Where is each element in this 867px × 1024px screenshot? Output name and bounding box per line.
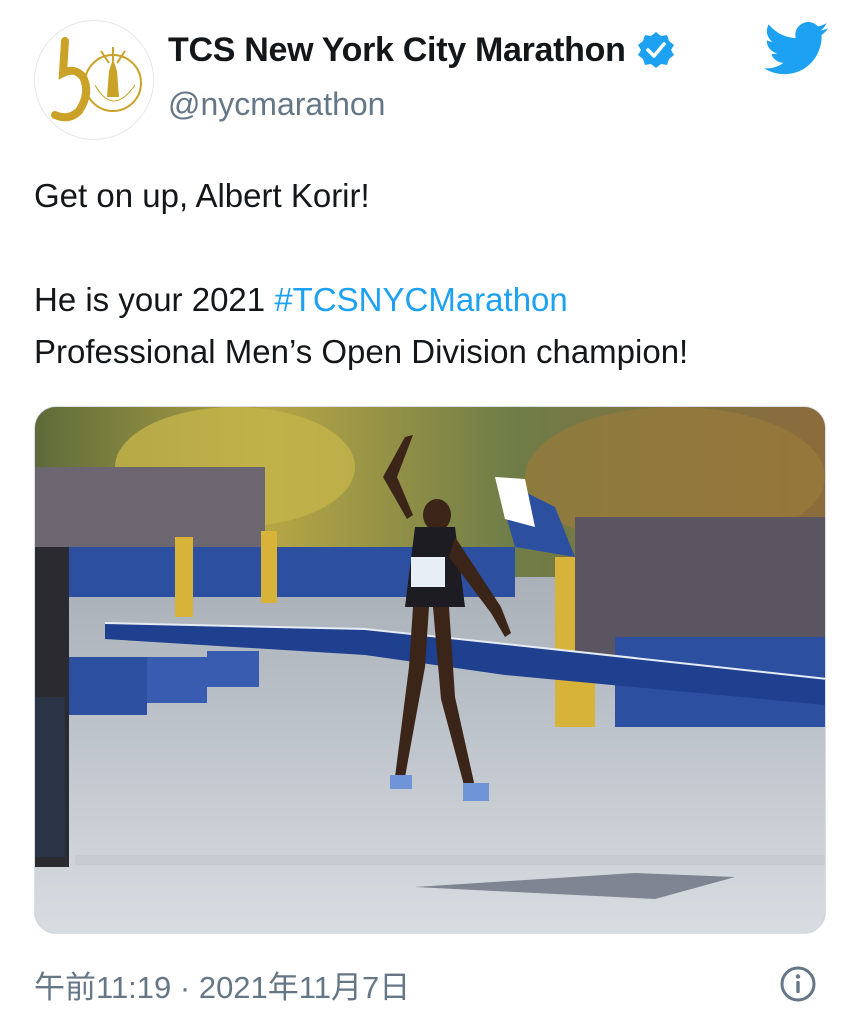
twitter-bird-icon[interactable] <box>764 22 828 76</box>
tweet-line-3: Professional Men’s Open Division champio… <box>34 333 689 370</box>
hashtag-link[interactable]: #TCSNYCMarathon <box>274 281 567 318</box>
verified-badge-icon <box>637 32 674 68</box>
tweet-photo[interactable] <box>34 406 826 934</box>
timestamp[interactable]: 午前11:19 · 2021年11月7日 <box>34 962 410 1007</box>
display-name-text: TCS New York City Marathon <box>168 30 626 69</box>
handle[interactable]: @nycmarathon <box>168 86 385 123</box>
avatar[interactable] <box>34 20 154 140</box>
tweet-card: TCS New York City Marathon @nycmarathon … <box>0 0 867 1024</box>
finish-line-photo <box>35 407 825 933</box>
tweet-text: Get on up, Albert Korir! He is your 2021… <box>34 170 834 378</box>
display-name[interactable]: TCS New York City Marathon <box>168 30 676 70</box>
tweet-line-2-text: He is your 2021 <box>34 281 275 318</box>
nyc-marathon-50-logo <box>37 23 153 139</box>
tweet-line-2: He is your 2021 #TCSNYCMarathon <box>34 274 834 326</box>
info-icon[interactable] <box>778 964 818 1004</box>
tweet-line-1: Get on up, Albert Korir! <box>34 177 370 214</box>
